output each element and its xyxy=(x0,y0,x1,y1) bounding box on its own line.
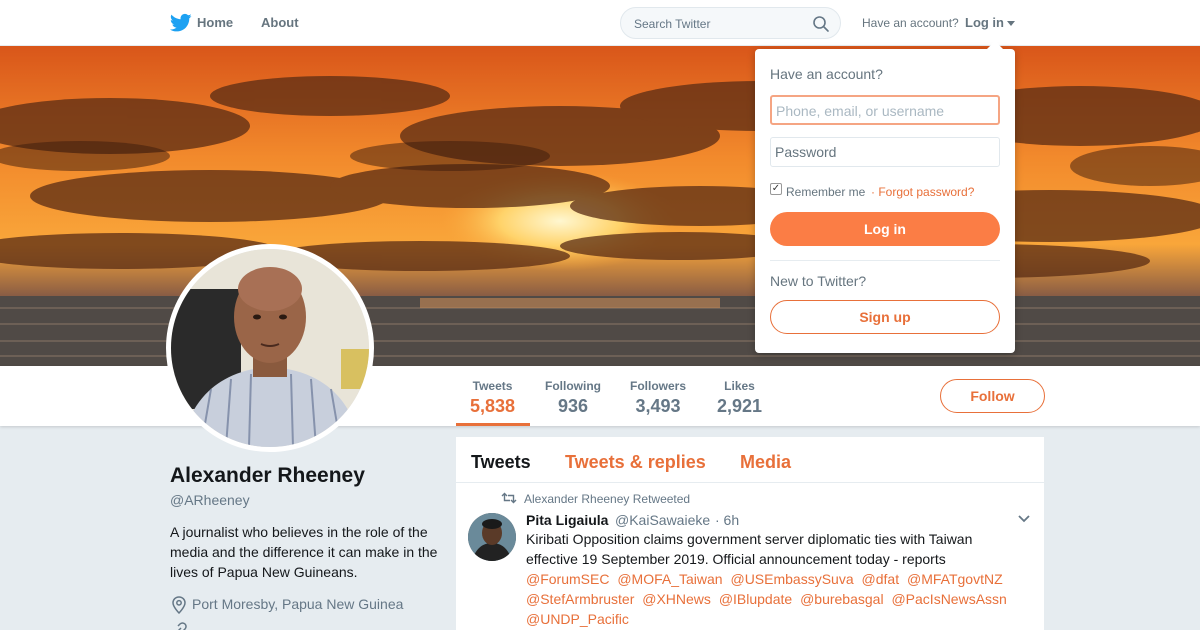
tweet-mentions: @ForumSEC @MOFA_Taiwan @USEmbassySuva @d… xyxy=(526,569,1021,629)
chevron-down-icon[interactable] xyxy=(1017,514,1031,524)
stat-value: 5,838 xyxy=(470,396,516,416)
mention-link[interactable]: @PacIsNewsAssn xyxy=(891,591,1006,607)
retweeted-by-label[interactable]: Alexander Rheeney Retweeted xyxy=(524,492,690,506)
tab-tweets[interactable]: Tweets xyxy=(471,452,531,473)
location-pin-icon xyxy=(172,596,186,614)
profile-avatar[interactable] xyxy=(166,244,374,452)
tab-media[interactable]: Media xyxy=(740,452,791,473)
stat-tweets[interactable]: Tweets 5,838 xyxy=(470,379,515,417)
twitter-bird-icon[interactable] xyxy=(170,13,192,33)
search-input[interactable]: Search Twitter xyxy=(620,7,841,39)
timeline-tabs: Tweets Tweets & replies Media xyxy=(456,437,1044,483)
signup-button[interactable]: Sign up xyxy=(770,300,1000,334)
remember-me-label[interactable]: Remember me xyxy=(786,185,865,199)
tweet-author-name[interactable]: Pita Ligaiula xyxy=(526,512,608,528)
have-account-text: Have an account? xyxy=(862,16,959,30)
stat-followers[interactable]: Followers 3,493 xyxy=(630,379,686,417)
mention-link[interactable]: @dfat xyxy=(862,571,900,587)
login-dropdown-title: Have an account? xyxy=(770,66,883,82)
stat-following[interactable]: Following 936 xyxy=(545,379,601,417)
retweet-icon xyxy=(501,492,517,504)
profile-name[interactable]: Alexander Rheeney xyxy=(170,464,365,488)
stat-value: 936 xyxy=(557,396,589,416)
profile-bio: A journalist who believes in the role of… xyxy=(170,524,438,580)
stat-label: Tweets xyxy=(472,379,513,393)
forgot-password-link[interactable]: · Forgot password? xyxy=(871,185,974,199)
mention-link[interactable]: @burebasgal xyxy=(800,591,884,607)
stat-value: 3,493 xyxy=(635,396,681,416)
profile-handle[interactable]: @ARheeney xyxy=(170,492,250,508)
timeline: Tweets Tweets & replies Media Alexander … xyxy=(456,437,1044,630)
password-field[interactable]: Password xyxy=(770,137,1000,167)
new-to-twitter-text: New to Twitter? xyxy=(770,273,867,289)
dropdown-divider xyxy=(770,260,1000,261)
login-button[interactable]: Log in xyxy=(770,212,1000,246)
top-navigation: Home About Search Twitter Have an accoun… xyxy=(0,0,1200,46)
tweet-author-avatar[interactable] xyxy=(468,513,516,561)
profile-location: Port Moresby, Papua New Guinea xyxy=(192,596,404,612)
username-field[interactable]: Phone, email, or username xyxy=(770,95,1000,125)
mention-link[interactable]: @UNDP_Pacific xyxy=(526,611,629,627)
tweet-text: Kiribati Opposition claims government se… xyxy=(526,531,973,567)
caret-down-icon[interactable] xyxy=(1007,21,1015,26)
stat-value: 2,921 xyxy=(717,396,763,416)
tweet-avatar-image xyxy=(468,513,516,561)
tab-tweets-replies[interactable]: Tweets & replies xyxy=(565,452,706,473)
search-placeholder: Search Twitter xyxy=(634,17,711,31)
mention-link[interactable]: @XHNews xyxy=(642,591,711,607)
mention-link[interactable]: @IBlupdate xyxy=(719,591,792,607)
mention-link[interactable]: @USEmbassySuva xyxy=(730,571,853,587)
follow-button[interactable]: Follow xyxy=(940,379,1045,413)
search-icon[interactable] xyxy=(812,15,830,33)
stat-label: Followers xyxy=(630,379,687,393)
mention-link[interactable]: @MOFA_Taiwan xyxy=(617,571,722,587)
mention-link[interactable]: @StefArmbruster xyxy=(526,591,634,607)
tweet-timestamp[interactable]: · 6h xyxy=(715,512,739,528)
mention-link[interactable]: @ForumSEC xyxy=(526,571,609,587)
active-stat-underline xyxy=(456,423,530,426)
dropdown-arrow xyxy=(987,41,1003,49)
remember-me-checkbox[interactable]: ✓ xyxy=(770,183,782,195)
login-link[interactable]: Log in xyxy=(965,15,1004,30)
nav-about-link[interactable]: About xyxy=(261,15,299,30)
login-dropdown: Have an account? Phone, email, or userna… xyxy=(755,41,1015,353)
mention-link[interactable]: @MFATgovtNZ xyxy=(907,571,1003,587)
link-icon xyxy=(177,622,187,630)
stat-label: Likes xyxy=(724,379,755,393)
avatar-image xyxy=(171,249,369,447)
tweet-author-handle[interactable]: @KaiSawaieke xyxy=(615,512,710,528)
stat-label: Following xyxy=(545,379,601,393)
nav-home-link[interactable]: Home xyxy=(197,15,233,30)
stat-likes[interactable]: Likes 2,921 xyxy=(717,379,762,417)
